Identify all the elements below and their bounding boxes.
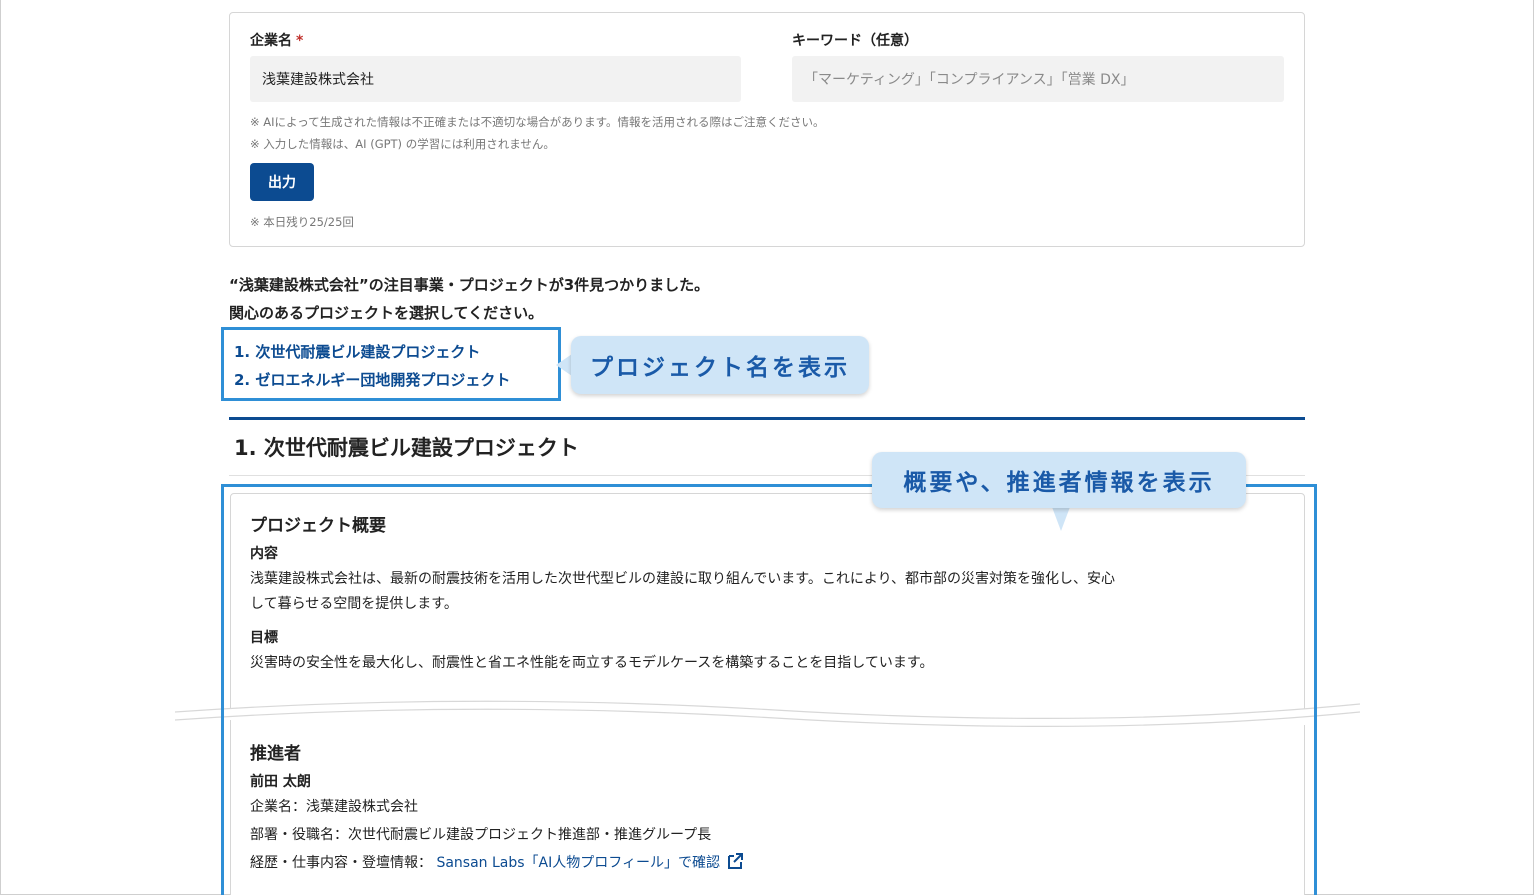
results-instruction: 関心のあるプロジェクトを選択してください。 — [229, 304, 544, 322]
remaining-count: ※ 本日残り25/25回 — [250, 215, 354, 229]
required-mark: * — [296, 33, 304, 49]
detail-highlight-box — [221, 484, 1317, 895]
company-name-label: 企業名 * — [250, 33, 304, 49]
company-name-input[interactable]: 浅葉建設株式会社 — [250, 56, 741, 102]
project-list: 1. 次世代耐震ビル建設プロジェクト 2. ゼロエネルギー団地開発プロジェクト — [221, 327, 561, 401]
project-link-1[interactable]: 1. 次世代耐震ビル建設プロジェクト — [234, 338, 548, 366]
project-detail-title: 1. 次世代耐震ビル建設プロジェクト — [234, 436, 579, 460]
keyword-input[interactable]: 「マーケティング」「コンプライアンス」「営業 DX」 — [792, 56, 1284, 102]
project-link-2[interactable]: 2. ゼロエネルギー団地開発プロジェクト — [234, 366, 548, 394]
callout-project-names: プロジェクト名を表示 — [571, 336, 869, 394]
callout-tail — [556, 354, 572, 376]
ai-disclaimer-note: ※ AIによって生成された情報は不正確または不適切な場合があります。情報を活用さ… — [250, 115, 825, 129]
gpt-training-note: ※ 入力した情報は、AI (GPT) の学習には利用されません。 — [250, 137, 555, 151]
section-divider — [229, 417, 1305, 420]
keyword-label: キーワード（任意） — [792, 33, 918, 49]
callout-tail — [1052, 507, 1070, 531]
output-button[interactable]: 出力 — [250, 163, 314, 201]
results-summary: “浅葉建設株式会社”の注目事業・プロジェクトが3件見つかりました。 — [229, 276, 710, 294]
search-form-card: 企業名 * 浅葉建設株式会社 キーワード（任意） 「マーケティング」「コンプライア… — [229, 12, 1305, 247]
callout-overview: 概要や、推進者情報を表示 — [872, 452, 1246, 508]
